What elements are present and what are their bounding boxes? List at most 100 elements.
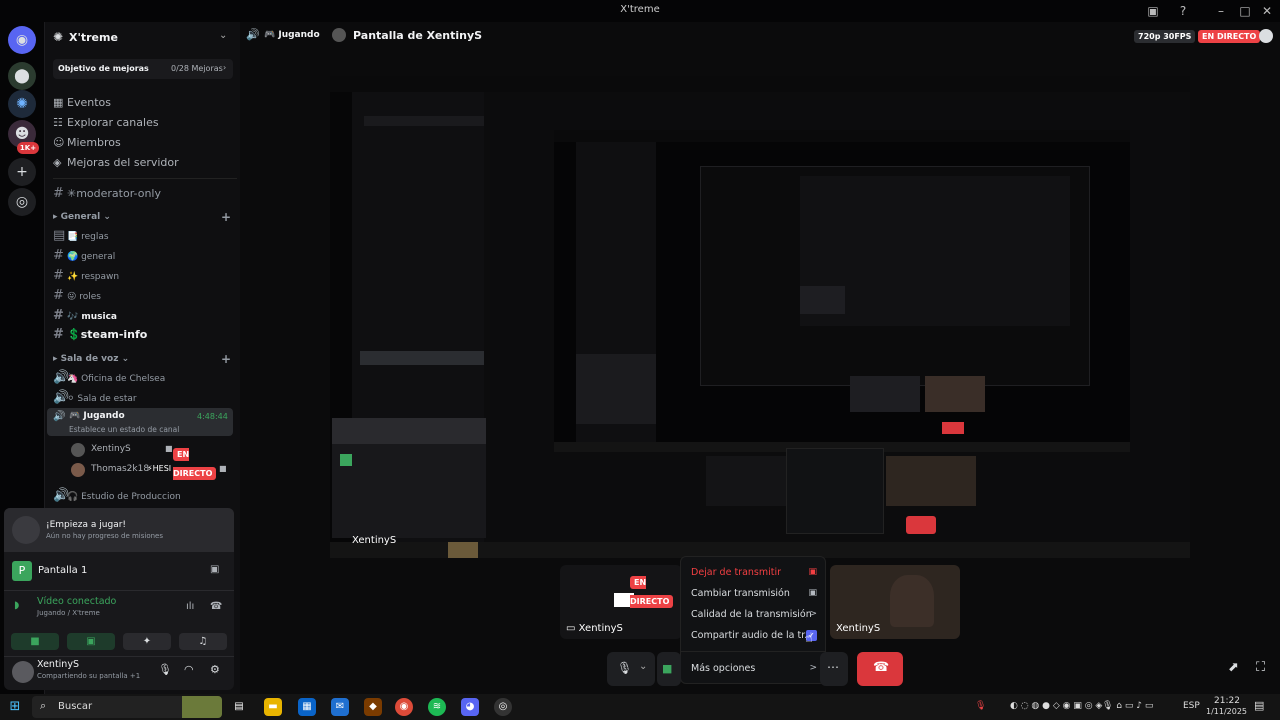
divider: [681, 651, 825, 652]
help-icon[interactable]: ?: [1174, 2, 1192, 20]
discord-home-icon[interactable]: ◉: [8, 26, 36, 54]
channel-musica[interactable]: # 🎶 musica: [53, 308, 237, 326]
voice-channel-chelsea[interactable]: 🔊🦄 Oficina de Chelsea: [53, 370, 237, 388]
file-explorer-icon[interactable]: ▬: [264, 698, 282, 716]
more-options-button[interactable]: ⋯: [820, 652, 848, 686]
add-server-icon[interactable]: +: [8, 158, 36, 186]
nav-members[interactable]: ☺ Miembros: [53, 136, 237, 154]
category-label: Sala de voz: [60, 354, 119, 364]
server-icon-1[interactable]: ⬤: [8, 62, 36, 90]
tray-mic-icon[interactable]: 🎙: [975, 701, 986, 711]
microphone-icon[interactable]: 🎙: [158, 663, 172, 676]
channel-label: ✳moderator-only: [67, 187, 161, 200]
boost-goal[interactable]: Objetivo de mejoras 0/28 Mejoras ›: [53, 59, 233, 79]
headphones-icon[interactable]: ◠: [184, 663, 194, 676]
divider: [53, 178, 237, 179]
chevron-down-icon[interactable]: ⌄: [639, 661, 647, 672]
webcam-video: [890, 575, 934, 627]
menu-stream-quality[interactable]: Calidad de la transmisión >: [691, 609, 817, 625]
clock-time[interactable]: 21:22: [1214, 696, 1240, 706]
mouse-cursor-icon: ☝: [805, 631, 813, 646]
notification-icon[interactable]: ▤: [1254, 699, 1264, 712]
camera-button[interactable]: ■: [11, 633, 59, 650]
channel-label: 🎶 musica: [67, 312, 117, 322]
nav-browse-channels[interactable]: ☷ Explorar canales: [53, 116, 237, 134]
channel-moderator-only[interactable]: # ✳moderator-only: [53, 186, 237, 204]
fullscreen-icon[interactable]: ⛶: [1256, 660, 1265, 675]
store-icon[interactable]: ▦: [298, 698, 316, 716]
voice-channel-jugando[interactable]: 🔊 🎮 Jugando 4:48:44 Establece un estado …: [47, 408, 233, 436]
participant-tile-stream[interactable]: EN DIRECTO ▭ XentinyS: [560, 565, 682, 639]
app-icon[interactable]: ◆: [364, 698, 382, 716]
channel-steam-info[interactable]: # 💲steam-info: [53, 327, 237, 345]
menu-share-audio[interactable]: Compartir audio de la tr... ✓: [691, 630, 817, 646]
voice-user-thomas[interactable]: Thomas2k18 ⚡HESI ■: [71, 462, 231, 478]
stream-content: [886, 456, 976, 506]
discover-icon[interactable]: ◎: [8, 188, 36, 216]
inbox-icon[interactable]: ▣: [1144, 2, 1162, 20]
menu-stop-streaming[interactable]: Dejar de transmitir ▣: [691, 567, 817, 583]
microphone-control[interactable]: 🎙 ⌄: [607, 652, 655, 686]
activities-button[interactable]: ✦: [123, 633, 171, 650]
disconnect-icon[interactable]: ☎: [210, 601, 222, 612]
voice-user-xentinys[interactable]: XentinyS EN DIRECTO ■: [71, 442, 231, 480]
menu-change-stream[interactable]: Cambiar transmisión ▣: [691, 588, 817, 604]
server-logo-icon: ✺: [53, 30, 64, 44]
channel-general[interactable]: # 🌍 general: [53, 248, 237, 266]
voice-channel-sala-estar[interactable]: 🔊⚪ Sala de estar: [53, 390, 237, 408]
windows-taskbar: ⊞ ⌕ Buscar ▤ ▬ ▦ ✉ ◆ ◉ ≋ ◕ ◎ 🎙 ◐ ◌ ◍ ● ◇…: [0, 694, 1280, 720]
discord-icon[interactable]: ◕: [461, 698, 479, 716]
minimize-button[interactable]: –: [1212, 2, 1230, 20]
nav-events[interactable]: ▦ Eventos: [53, 96, 237, 114]
stream-video[interactable]: XentinyS: [330, 76, 1190, 558]
obs-icon[interactable]: ◎: [494, 698, 512, 716]
voice-channel-produccion[interactable]: 🔊🎧 Estudio de Produccion: [53, 488, 237, 506]
maximize-button[interactable]: □: [1236, 2, 1254, 20]
soundboard-button[interactable]: ♫: [179, 633, 227, 650]
nav-browse-label: Explorar canales: [67, 116, 159, 129]
add-channel-icon[interactable]: +: [221, 352, 231, 366]
menu-more-options[interactable]: Más opciones >: [691, 663, 817, 679]
user-avatar[interactable]: [12, 661, 34, 683]
popout-icon[interactable]: ⬈: [1228, 660, 1239, 675]
close-button[interactable]: ✕: [1258, 2, 1276, 20]
stop-stream-button[interactable]: ▣: [67, 633, 115, 650]
stream-content: [330, 76, 1190, 92]
spotify-icon[interactable]: ≋: [428, 698, 446, 716]
task-view-icon[interactable]: ▤: [230, 698, 248, 716]
disconnect-button[interactable]: ☎: [857, 652, 903, 686]
stream-content: [364, 116, 484, 126]
server-icon-2[interactable]: ✺: [8, 90, 36, 118]
add-channel-icon[interactable]: +: [221, 210, 231, 224]
participant-tile-camera[interactable]: XentinyS: [830, 565, 960, 639]
voice-user-name: XentinyS: [91, 444, 131, 454]
connection-channel[interactable]: Jugando / X'treme: [37, 609, 100, 617]
channel-label: 😜 roles: [67, 292, 101, 302]
windows-start-icon[interactable]: ⊞: [6, 698, 24, 716]
mail-icon[interactable]: ✉: [331, 698, 349, 716]
camera-control[interactable]: ■: [657, 652, 681, 686]
channel-respawn[interactable]: # ✨ respawn: [53, 268, 237, 286]
screen-share-icon[interactable]: ▣: [210, 564, 219, 575]
tray-volume-icons[interactable]: 🎙 ⌂ ▭ ♪ ▭: [1102, 701, 1153, 711]
settings-gear-icon[interactable]: ⚙: [210, 663, 220, 676]
noise-suppression-icon[interactable]: ılı: [186, 601, 194, 612]
clock-date[interactable]: 1/11/2025: [1206, 707, 1247, 716]
nav-server-boost[interactable]: ◈ Mejoras del servidor: [53, 156, 237, 174]
category-general[interactable]: ▸ General ⌄ +: [53, 210, 237, 226]
participant-name: ▭ XentinyS: [566, 623, 623, 634]
channel-label: ✨ respawn: [67, 272, 120, 282]
server-header[interactable]: ✺ X'treme ⌄: [45, 22, 241, 54]
channel-roles[interactable]: # 😜 roles: [53, 288, 237, 306]
language-indicator[interactable]: ESP: [1183, 701, 1200, 711]
chat-icon[interactable]: [1259, 29, 1273, 43]
taskbar-search[interactable]: ⌕ Buscar: [32, 696, 222, 718]
live-badge-label: EN DIRECTO: [630, 576, 674, 608]
quest-card[interactable]: ¡Empieza a jugar! Aún no hay progreso de…: [4, 508, 234, 552]
menu-item-label: Compartir audio de la tr...: [691, 630, 814, 641]
category-voice[interactable]: ▸ Sala de voz ⌄ +: [53, 352, 237, 368]
tray-icons[interactable]: ◐ ◌ ◍ ● ◇ ◉ ▣ ◎ ◈: [1010, 701, 1102, 711]
channel-reglas[interactable]: ▤ 📑 reglas: [53, 228, 237, 246]
chrome-icon[interactable]: ◉: [395, 698, 413, 716]
channel-status[interactable]: Establece un estado de canal: [69, 425, 179, 434]
